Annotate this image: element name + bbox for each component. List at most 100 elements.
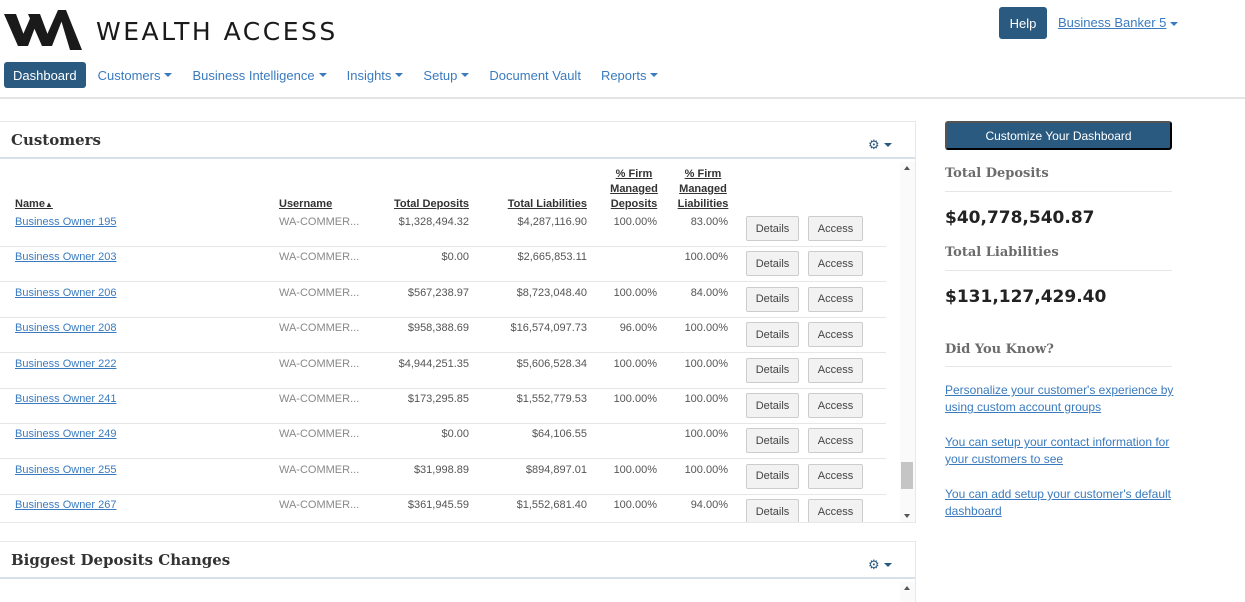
nav-item-customers[interactable]: Customers [98,68,173,83]
customers-panel: Customers ⚙ Name▲ Username Total Deposit… [0,121,916,523]
nav-item-insights[interactable]: Insights [347,68,404,83]
customer-pct-liabilities: 100.00% [684,251,728,264]
customize-dashboard-button[interactable]: Customize Your Dashboard [945,121,1172,150]
wealth-access-logo-icon [4,10,82,50]
access-button[interactable]: Access [808,286,863,312]
customer-username: WA-COMMER... [279,322,360,335]
access-button[interactable]: Access [808,428,863,454]
details-button[interactable]: Details [746,286,799,312]
customer-total-liabilities: $64,106.55 [531,428,587,441]
customer-name-link[interactable]: Business Owner 267 [15,499,117,511]
customer-pct-liabilities: 100.00% [684,393,728,405]
table-row: Business Owner 206 WA-COMMER... $567,238.9… [0,283,886,318]
table-scrollbar[interactable] [900,582,915,602]
customer-pct-liabilities: 100.00% [684,357,728,370]
customer-name-link[interactable]: Business Owner 241 [15,393,117,405]
nav-item-label: Business Intelligence [192,67,315,83]
details-button[interactable]: Details [746,463,799,489]
scroll-thumb[interactable] [901,462,913,489]
access-button[interactable]: Access [808,463,863,489]
customer-pct-deposits: 100.00% [613,216,657,228]
access-button[interactable]: Access [808,322,863,348]
chevron-down-icon [318,73,327,77]
column-header-total-deposits[interactable]: Total Deposits [379,197,469,212]
column-header-line: Managed [679,183,727,195]
nav-item-label: Insights [346,67,392,83]
customer-username: WA-COMMER... [279,357,360,370]
chevron-down-icon [164,73,173,77]
details-button[interactable]: Details [746,499,799,522]
chevron-down-icon [883,563,892,567]
customer-total-deposits: $1,328,494.32 [398,216,469,228]
column-header-pct-liabilities[interactable]: % Firm Managed Liabilities [673,167,733,212]
table-row: Business Owner 208 WA-COMMER... $958,388.6… [0,318,886,354]
column-header-total-liabilities[interactable]: Total Liabilities [487,197,587,212]
customer-username: WA-COMMER... [279,499,360,512]
nav-item-reports[interactable]: Reports [601,68,659,83]
customer-name-link[interactable]: Business Owner 195 [15,216,117,228]
customer-total-deposits: $361,945.59 [407,499,469,512]
access-button[interactable]: Access [808,499,863,522]
nav-item-label: Customers [97,67,161,83]
scroll-up-icon[interactable] [904,586,910,590]
total-liabilities-label: Total Liabilities [945,245,1059,260]
table-row: Business Owner 241 WA-COMMER... $173,295.8… [0,389,886,424]
help-button[interactable]: Help [999,7,1047,39]
user-menu[interactable]: Business Banker 5 [1058,15,1179,30]
scroll-up-icon[interactable] [904,166,910,170]
customer-pct-deposits: 100.00% [613,286,657,299]
customer-total-deposits: $173,295.85 [407,393,469,405]
column-header-pct-deposits[interactable]: % Firm Managed Deposits [604,167,664,212]
tip-link-contact-info[interactable]: You can setup your contact information f… [945,434,1175,468]
tip-link-custom-groups[interactable]: Personalize your customer's experience b… [945,382,1175,416]
divider [945,366,1172,367]
customer-name-link[interactable]: Business Owner 222 [15,358,117,370]
nav-item-dashboard[interactable]: Dashboard [4,62,86,88]
details-button[interactable]: Details [746,251,799,277]
nav-item-setup[interactable]: Setup [423,68,470,83]
nav-item-label: Document Vault [489,67,581,83]
column-header-name[interactable]: Name▲ [15,197,53,212]
access-button[interactable]: Access [808,216,863,241]
customer-name-link[interactable]: Business Owner 208 [15,322,117,334]
customer-name-link[interactable]: Business Owner 249 [15,428,117,440]
brand-name: WEALTH ACCESS [96,16,338,46]
panel-settings-menu[interactable]: ⚙ [868,137,892,153]
details-button[interactable]: Details [746,357,799,383]
gear-icon: ⚙ [868,137,880,152]
customer-pct-liabilities: 94.00% [690,499,728,512]
details-button[interactable]: Details [746,428,799,454]
customers-table: Name▲ Username Total Deposits Total Liab… [0,162,900,522]
main-nav: Dashboard Customers Business Intelligenc… [4,62,678,88]
table-scrollbar[interactable] [900,162,915,522]
nav-item-label: Reports [600,67,647,83]
customer-total-deposits: $0.00 [441,428,469,441]
customer-username: WA-COMMER... [279,216,360,228]
details-button[interactable]: Details [746,216,799,241]
panel-settings-menu[interactable]: ⚙ [868,557,892,573]
details-button[interactable]: Details [746,393,799,418]
nav-item-business-intelligence[interactable]: Business Intelligence [192,67,327,83]
table-row: Business Owner 249 WA-COMMER... $0.00 $64,1… [0,424,886,460]
tip-link-default-dashboard[interactable]: You can add setup your customer's defaul… [945,486,1175,520]
gear-icon: ⚙ [868,557,880,572]
details-button[interactable]: Details [746,322,799,348]
nav-item-document-vault[interactable]: Document Vault [489,68,581,83]
access-button[interactable]: Access [808,251,863,277]
access-button[interactable]: Access [808,357,863,383]
brand-logo[interactable]: WEALTH ACCESS [4,8,338,52]
customer-total-deposits: $0.00 [441,251,469,264]
table-row: Business Owner 267 WA-COMMER... $361,945.5… [0,495,886,522]
nav-divider [0,97,1245,99]
chevron-down-icon [1170,21,1179,26]
scroll-down-icon[interactable] [904,514,910,518]
customer-pct-deposits: 100.00% [613,463,657,476]
column-header-line: Managed [610,183,658,195]
access-button[interactable]: Access [808,393,863,418]
customer-name-link[interactable]: Business Owner 206 [15,287,117,299]
column-header-username[interactable]: Username [279,197,332,212]
customer-pct-liabilities: 83.00% [690,216,728,228]
total-deposits-label: Total Deposits [945,166,1049,181]
customer-name-link[interactable]: Business Owner 255 [15,464,117,476]
customer-name-link[interactable]: Business Owner 203 [15,251,117,263]
